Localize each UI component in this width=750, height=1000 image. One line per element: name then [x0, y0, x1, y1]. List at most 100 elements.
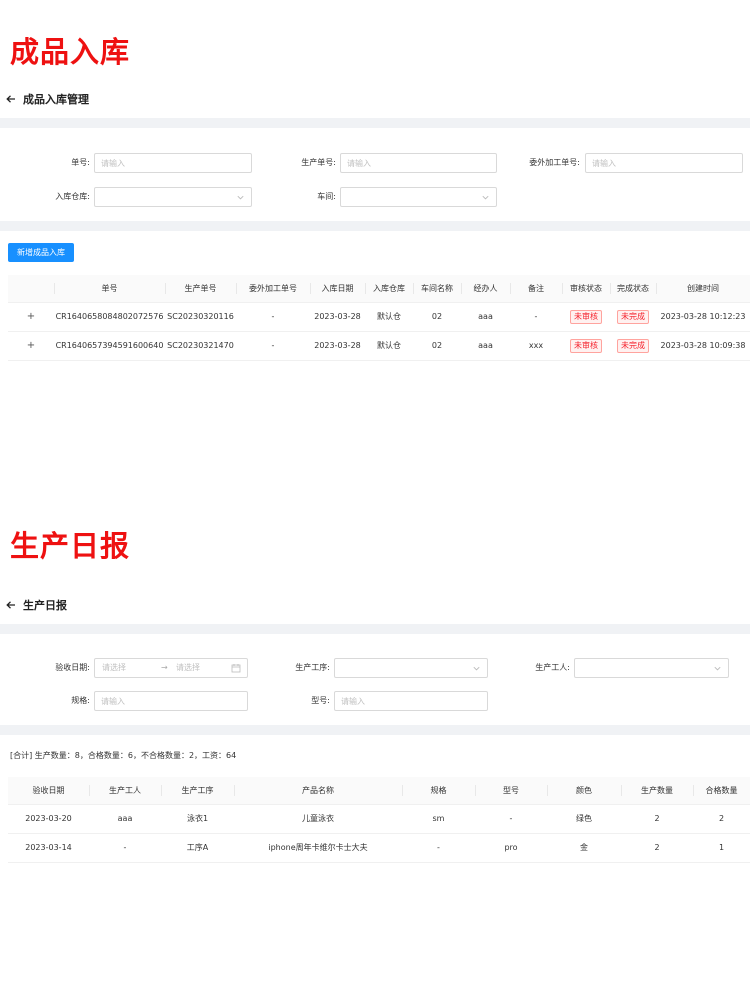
- divider: [0, 221, 750, 231]
- column-header: 验收日期: [8, 777, 89, 805]
- cell-remark: -: [510, 302, 562, 332]
- warehouse-label: 入库仓库:: [55, 192, 90, 201]
- outsource-no-label: 委外加工单号:: [529, 158, 580, 167]
- date-end[interactable]: 请选择: [176, 659, 200, 677]
- column-header: 创建时间: [656, 275, 750, 303]
- back-arrow-icon[interactable]: [4, 92, 18, 106]
- workshop-label: 车间:: [317, 192, 336, 201]
- range-arrow-icon: →: [161, 663, 168, 672]
- cell-outsource-no: -: [236, 331, 310, 361]
- cell-created: 2023-03-28 10:12:23: [656, 302, 750, 332]
- column-header: 单号: [54, 275, 165, 303]
- page-header: 生产日报: [4, 595, 67, 615]
- page-title: 生产日报: [23, 599, 67, 612]
- cell-handler: aaa: [461, 331, 510, 361]
- cell-workshop: 02: [413, 302, 461, 332]
- cell-production-no: SC20230321470: [165, 331, 236, 361]
- chevron-down-icon: [714, 666, 721, 671]
- date-start[interactable]: 请选择: [102, 659, 126, 677]
- column-header: 审核状态: [562, 275, 610, 303]
- production-no-input[interactable]: [340, 153, 497, 173]
- daily-report-table: 验收日期 生产工人 生产工序 产品名称 规格 型号 颜色 生产数量 合格数量 2…: [8, 777, 750, 863]
- divider: [0, 725, 750, 735]
- page-title: 成品入库管理: [23, 93, 89, 106]
- summary-text: [合计] 生产数量：8，合格数量：6，不合格数量：2，工资：64: [10, 751, 237, 760]
- column-header: 车间名称: [413, 275, 461, 303]
- cell-order-no: CR1640658084802072576: [54, 302, 165, 332]
- cell-date: 2023-03-28: [310, 331, 365, 361]
- order-no-input[interactable]: [94, 153, 252, 173]
- column-header: 入库仓库: [365, 275, 413, 303]
- model-label: 型号:: [311, 696, 330, 705]
- cell-model: pro: [475, 833, 547, 863]
- table-row[interactable]: 2023-03-20 aaa 泳衣1 儿童泳衣 sm - 绿色 2 2: [8, 804, 750, 834]
- spec-input[interactable]: [94, 691, 248, 711]
- chevron-down-icon: [237, 195, 244, 200]
- date-range-picker[interactable]: 请选择 → 请选择: [94, 658, 248, 678]
- model-input[interactable]: [334, 691, 488, 711]
- cell-qualified: 2: [693, 804, 750, 834]
- column-header: 备注: [510, 275, 562, 303]
- add-inbound-button[interactable]: 新增成品入库: [8, 243, 74, 262]
- finish-status-badge: 未完成: [617, 338, 649, 353]
- cell-color: 金: [547, 833, 621, 863]
- table-header-row: 验收日期 生产工人 生产工序 产品名称 规格 型号 颜色 生产数量 合格数量: [8, 777, 750, 805]
- column-header: 生产数量: [621, 777, 693, 805]
- column-header: [8, 275, 54, 303]
- cell-spec: -: [402, 833, 475, 863]
- cell-outsource-no: -: [236, 302, 310, 332]
- cell-color: 绿色: [547, 804, 621, 834]
- worker-label: 生产工人:: [535, 663, 570, 672]
- workshop-select[interactable]: [340, 187, 497, 207]
- back-arrow-icon[interactable]: [4, 598, 18, 612]
- cell-order-no: CR1640657394591600640: [54, 331, 165, 361]
- worker-select[interactable]: [574, 658, 729, 678]
- column-header: 生产单号: [165, 275, 236, 303]
- cell-warehouse: 默认仓: [365, 302, 413, 332]
- cell-warehouse: 默认仓: [365, 331, 413, 361]
- cell-product: 儿童泳衣: [234, 804, 402, 834]
- process-label: 生产工序:: [295, 663, 330, 672]
- order-no-label: 单号:: [71, 158, 90, 167]
- cell-remark: xxx: [510, 331, 562, 361]
- cell-workshop: 02: [413, 331, 461, 361]
- column-header: 经办人: [461, 275, 510, 303]
- cell-worker: -: [89, 833, 161, 863]
- column-header: 产品名称: [234, 777, 402, 805]
- production-no-label: 生产单号:: [301, 158, 336, 167]
- cell-created: 2023-03-28 10:09:38: [656, 331, 750, 361]
- table-row[interactable]: + CR1640658084802072576 SC20230320116 - …: [8, 302, 750, 332]
- cell-product: iphone周年卡维尔卡士大夫: [234, 833, 402, 863]
- divider: [0, 118, 750, 128]
- cell-process: 泳衣1: [161, 804, 234, 834]
- table-header-row: 单号 生产单号 委外加工单号 入库日期 入库仓库 车间名称 经办人 备注 审核状…: [8, 275, 750, 303]
- cell-spec: sm: [402, 804, 475, 834]
- divider: [0, 624, 750, 634]
- cell-process: 工序A: [161, 833, 234, 863]
- finish-status-badge: 未完成: [617, 309, 649, 324]
- cell-handler: aaa: [461, 302, 510, 332]
- section-title-finished-goods-inbound: 成品入库: [10, 35, 131, 69]
- inbound-table: 单号 生产单号 委外加工单号 入库日期 入库仓库 车间名称 经办人 备注 审核状…: [8, 275, 750, 361]
- expand-row-button[interactable]: +: [27, 311, 35, 322]
- cell-qty: 2: [621, 833, 693, 863]
- process-select[interactable]: [334, 658, 488, 678]
- cell-date: 2023-03-14: [8, 833, 89, 863]
- cell-model: -: [475, 804, 547, 834]
- expand-row-button[interactable]: +: [27, 340, 35, 351]
- cell-qualified: 1: [693, 833, 750, 863]
- date-label: 验收日期:: [55, 663, 90, 672]
- chevron-down-icon: [473, 666, 480, 671]
- column-header: 生产工序: [161, 777, 234, 805]
- column-header: 完成状态: [610, 275, 656, 303]
- table-row[interactable]: 2023-03-14 - 工序A iphone周年卡维尔卡士大夫 - pro 金…: [8, 833, 750, 863]
- calendar-icon: [231, 664, 241, 673]
- section-title-production-daily: 生产日报: [10, 529, 131, 563]
- warehouse-select[interactable]: [94, 187, 252, 207]
- column-header: 型号: [475, 777, 547, 805]
- table-row[interactable]: + CR1640657394591600640 SC20230321470 - …: [8, 331, 750, 361]
- audit-status-badge: 未审核: [570, 338, 602, 353]
- cell-date: 2023-03-20: [8, 804, 89, 834]
- outsource-no-input[interactable]: [585, 153, 743, 173]
- column-header: 委外加工单号: [236, 275, 310, 303]
